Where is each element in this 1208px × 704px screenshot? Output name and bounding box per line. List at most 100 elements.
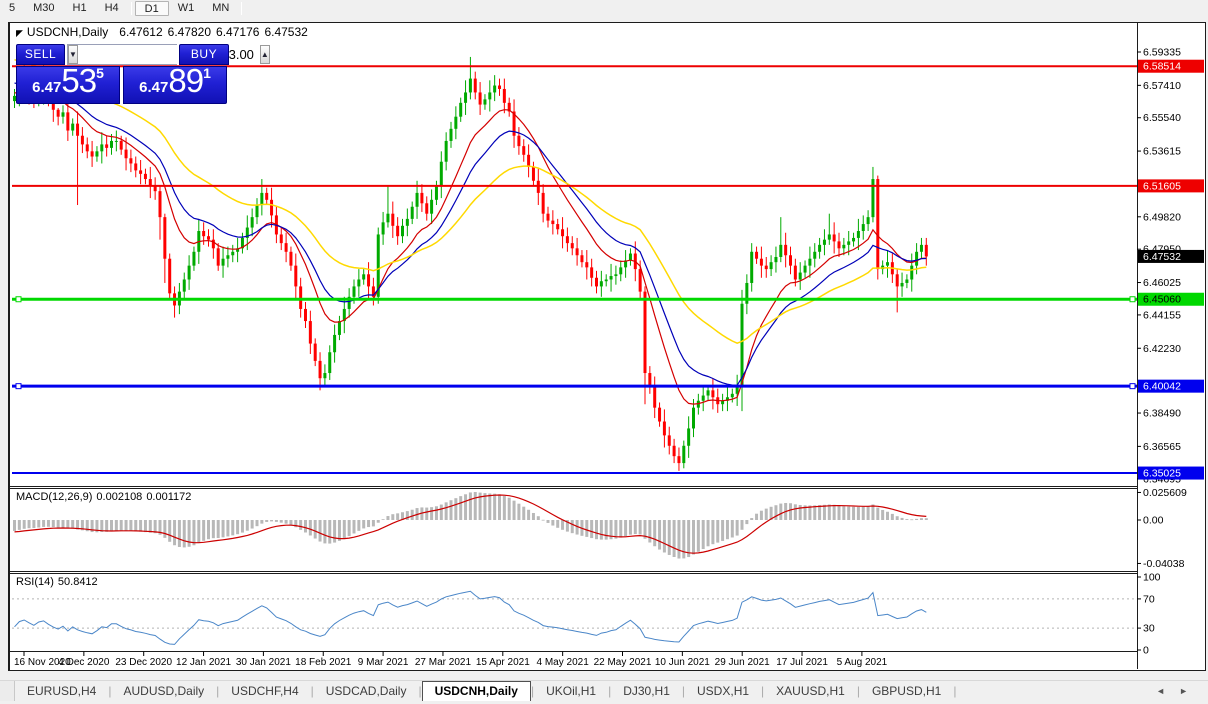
rsi-line xyxy=(15,591,927,644)
one-click-trading-panel: SELL ▼ ▲ BUY 6.47535 6.47891 xyxy=(16,44,229,104)
timeframe-toolbar[interactable]: 5M30H1H4 D1W1MN xyxy=(0,0,1208,17)
tab-usdcad-daily[interactable]: USDCAD,Daily xyxy=(314,681,419,701)
hline-handle[interactable] xyxy=(16,297,21,302)
timeframe-button-H4[interactable]: H4 xyxy=(96,1,128,16)
symbol-tab-strip: EURUSD,H4|AUDUSD,Daily|USDCHF,H4|USDCAD,… xyxy=(0,680,1208,704)
chart-title: ◤ USDCNH,Daily 6.47612 6.47820 6.47176 6.4753… xyxy=(16,25,308,39)
svg-text:23 Dec 2020: 23 Dec 2020 xyxy=(115,657,172,668)
tab-usdx-h1[interactable]: USDX,H1 xyxy=(685,681,761,701)
svg-text:29 Jun 2021: 29 Jun 2021 xyxy=(715,657,770,668)
buy-price-button[interactable]: 6.47891 xyxy=(123,66,227,104)
quote-close: 6.47532 xyxy=(264,25,307,39)
svg-text:70: 70 xyxy=(1143,593,1155,605)
toolbar-separator xyxy=(131,2,132,15)
svg-text:9 Mar 2021: 9 Mar 2021 xyxy=(358,657,409,668)
svg-text:6.47532: 6.47532 xyxy=(1143,251,1181,263)
timeframe-button-W1[interactable]: W1 xyxy=(169,1,204,16)
toolbar-separator xyxy=(241,2,242,15)
sell-price-button[interactable]: 6.47535 xyxy=(16,66,120,104)
svg-text:6.57410: 6.57410 xyxy=(1143,80,1181,92)
hline-handle[interactable] xyxy=(16,384,21,389)
tab-usdchf-h4[interactable]: USDCHF,H4 xyxy=(219,681,310,701)
svg-text:6.36565: 6.36565 xyxy=(1143,441,1181,453)
svg-text:6.46025: 6.46025 xyxy=(1143,277,1181,289)
axis-badge-6.45060: 6.45060 xyxy=(1138,293,1204,306)
svg-text:6.58514: 6.58514 xyxy=(1143,61,1181,73)
svg-text:6.44155: 6.44155 xyxy=(1143,309,1181,321)
svg-text:6.45060: 6.45060 xyxy=(1143,294,1181,306)
timeframe-button-5[interactable]: 5 xyxy=(0,1,24,16)
price-axis[interactable]: 6.593356.574106.555406.536156.498206.479… xyxy=(1137,47,1204,657)
chart-marker-icon: ◤ xyxy=(16,28,23,38)
svg-text:6.40042: 6.40042 xyxy=(1143,381,1181,393)
axis-badge-6.35025: 6.35025 xyxy=(1138,467,1204,480)
tab-separator: | xyxy=(953,681,956,698)
buy-price-main: 6.47 xyxy=(139,79,168,96)
buy-price-sup: 1 xyxy=(203,65,211,81)
svg-text:6.51605: 6.51605 xyxy=(1143,180,1181,192)
timeframe-button-D1[interactable]: D1 xyxy=(135,1,169,16)
sell-price-sup: 5 xyxy=(96,65,104,81)
tab-strip-stub xyxy=(0,681,15,701)
svg-text:6.59335: 6.59335 xyxy=(1143,47,1181,59)
svg-text:-0.04038: -0.04038 xyxy=(1143,558,1185,570)
svg-text:17 Jul 2021: 17 Jul 2021 xyxy=(776,657,828,668)
current-price-badge: 6.47532 xyxy=(1138,250,1204,263)
tab-scroll-arrows[interactable]: ◄► xyxy=(1156,686,1202,696)
svg-text:0.00: 0.00 xyxy=(1143,515,1164,527)
tab-eurusd-h4[interactable]: EURUSD,H4 xyxy=(15,681,108,701)
svg-text:0.025609: 0.025609 xyxy=(1143,487,1187,499)
chart-window: ◤USDCNH,Daily6.476126.478206.471766.4753… xyxy=(8,22,1206,671)
svg-text:30 Jan 2021: 30 Jan 2021 xyxy=(236,657,291,668)
timeframe-button-H1[interactable]: H1 xyxy=(64,1,96,16)
macd-label: MACD(12,26,9)0.0021080.001172 xyxy=(16,491,195,503)
quote-high: 6.47820 xyxy=(168,25,211,39)
svg-text:12 Jan 2021: 12 Jan 2021 xyxy=(176,657,231,668)
svg-text:5 Aug 2021: 5 Aug 2021 xyxy=(837,657,888,668)
svg-text:6.38490: 6.38490 xyxy=(1143,408,1181,420)
svg-text:4 May 2021: 4 May 2021 xyxy=(537,657,590,668)
svg-text:6.42230: 6.42230 xyxy=(1143,343,1181,355)
tab-scroll-right-icon[interactable]: ► xyxy=(1179,686,1202,696)
sell-price-big: 53 xyxy=(61,62,96,99)
svg-text:15 Apr 2021: 15 Apr 2021 xyxy=(476,657,530,668)
tab-ukoil-h1[interactable]: UKOil,H1 xyxy=(534,681,608,701)
svg-text:100: 100 xyxy=(1143,572,1161,584)
hline-handle[interactable] xyxy=(1130,297,1135,302)
axis-badge-6.58514: 6.58514 xyxy=(1138,60,1204,73)
svg-text:27 Mar 2021: 27 Mar 2021 xyxy=(415,657,472,668)
svg-text:30: 30 xyxy=(1143,623,1155,635)
svg-text:6.55540: 6.55540 xyxy=(1143,112,1181,124)
svg-text:6.53615: 6.53615 xyxy=(1143,146,1181,158)
candlestick-layer[interactable] xyxy=(13,55,928,471)
quote-low: 6.47176 xyxy=(216,25,259,39)
tab-xauusd-h1[interactable]: XAUUSD,H1 xyxy=(764,681,857,701)
timeframe-button-MN[interactable]: MN xyxy=(203,1,238,16)
svg-text:22 May 2021: 22 May 2021 xyxy=(594,657,652,668)
svg-text:0: 0 xyxy=(1143,645,1149,657)
rsi-label: RSI(14)50.8412 xyxy=(16,576,102,588)
svg-text:18 Feb 2021: 18 Feb 2021 xyxy=(295,657,352,668)
svg-text:10 Jun 2021: 10 Jun 2021 xyxy=(655,657,710,668)
ma-medium-line xyxy=(15,83,927,385)
tab-dj30-h1[interactable]: DJ30,H1 xyxy=(611,681,682,701)
date-axis[interactable]: 16 Nov 20204 Dec 202023 Dec 202012 Jan 2… xyxy=(14,652,888,669)
buy-price-big: 89 xyxy=(168,62,203,99)
ma-fast-line xyxy=(15,91,927,404)
tab-gbpusd-h1[interactable]: GBPUSD,H1 xyxy=(860,681,953,701)
svg-text:6.35025: 6.35025 xyxy=(1143,468,1181,480)
timeframe-button-M30[interactable]: M30 xyxy=(24,1,63,16)
axis-badge-6.40042: 6.40042 xyxy=(1138,380,1204,393)
volume-increase-button[interactable]: ▲ xyxy=(260,45,270,64)
svg-text:4 Dec 2020: 4 Dec 2020 xyxy=(58,657,110,668)
tab-scroll-left-icon[interactable]: ◄ xyxy=(1156,686,1179,696)
chart-symbol-label: USDCNH,Daily xyxy=(27,25,108,39)
tab-usdcnh-daily[interactable]: USDCNH,Daily xyxy=(422,681,531,701)
hline-handle[interactable] xyxy=(1130,384,1135,389)
chart-canvas[interactable]: 6.59335 6.57410 6.55540 6.53615 6.49820 6.47 9… xyxy=(10,23,1206,669)
svg-text:6.49820: 6.49820 xyxy=(1143,211,1181,223)
axis-badge-6.51605: 6.51605 xyxy=(1138,179,1204,192)
quote-open: 6.47612 xyxy=(119,25,162,39)
tab-audusd-daily[interactable]: AUDUSD,Daily xyxy=(111,681,216,701)
sell-price-main: 6.47 xyxy=(32,79,61,96)
